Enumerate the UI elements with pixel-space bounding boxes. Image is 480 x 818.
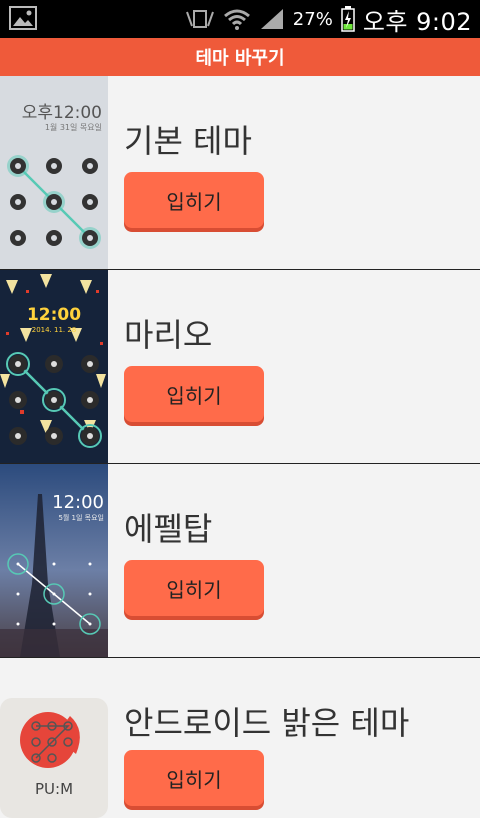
preview-clock: 12:00 (52, 492, 104, 513)
preview-date: 1월 31일 목요일 (45, 122, 102, 132)
preview-date: 2014. 11. 28 (32, 326, 77, 334)
theme-item-mario: 12:00 2014. 11. 28 마리오 입히기 (0, 270, 480, 464)
theme-preview-default: 오후12:00 1월 31일 목요일 (0, 76, 108, 269)
page-title: 테마 바꾸기 (0, 38, 480, 76)
preview-logo: PU:M (35, 780, 73, 798)
preview-date: 5월 1일 목요일 (58, 513, 104, 522)
apply-button[interactable]: 입히기 (124, 750, 264, 806)
apply-button[interactable]: 입히기 (124, 560, 264, 616)
preview-clock: 오후12:00 (22, 103, 102, 123)
theme-item-android-light: PU:M 안드로이드 밝은 테마 입히기 (0, 658, 480, 818)
vibrate-icon (185, 10, 214, 28)
apply-button[interactable]: 입히기 (124, 366, 264, 422)
wifi-icon (223, 9, 250, 30)
theme-item-default: 오후12:00 1월 31일 목요일 기본 테마 입히기 (0, 76, 480, 270)
image-icon (9, 6, 37, 30)
theme-name: 안드로이드 밝은 테마 (124, 704, 410, 742)
theme-name: 기본 테마 (124, 122, 252, 160)
theme-preview-android-light: PU:M (0, 698, 108, 818)
theme-preview-eiffel: 12:00 5월 1일 목요일 (0, 464, 108, 657)
apply-button[interactable]: 입히기 (124, 172, 264, 228)
battery-percentage: 27% (292, 8, 333, 30)
theme-name: 에펠탑 (124, 510, 213, 548)
theme-list: 오후12:00 1월 31일 목요일 기본 테마 입히기 12:00 2014.… (0, 76, 480, 818)
signal-icon (260, 9, 283, 29)
preview-clock: 12:00 (27, 305, 81, 325)
battery-charging-icon (341, 6, 355, 32)
theme-item-eiffel: 12:00 5월 1일 목요일 에펠탑 입히기 (0, 464, 480, 658)
status-bar: 27% 오후 9:02 (0, 0, 480, 38)
clock: 오후 9:02 (362, 7, 472, 36)
theme-preview-mario: 12:00 2014. 11. 28 (0, 270, 108, 463)
theme-name: 마리오 (124, 316, 213, 354)
